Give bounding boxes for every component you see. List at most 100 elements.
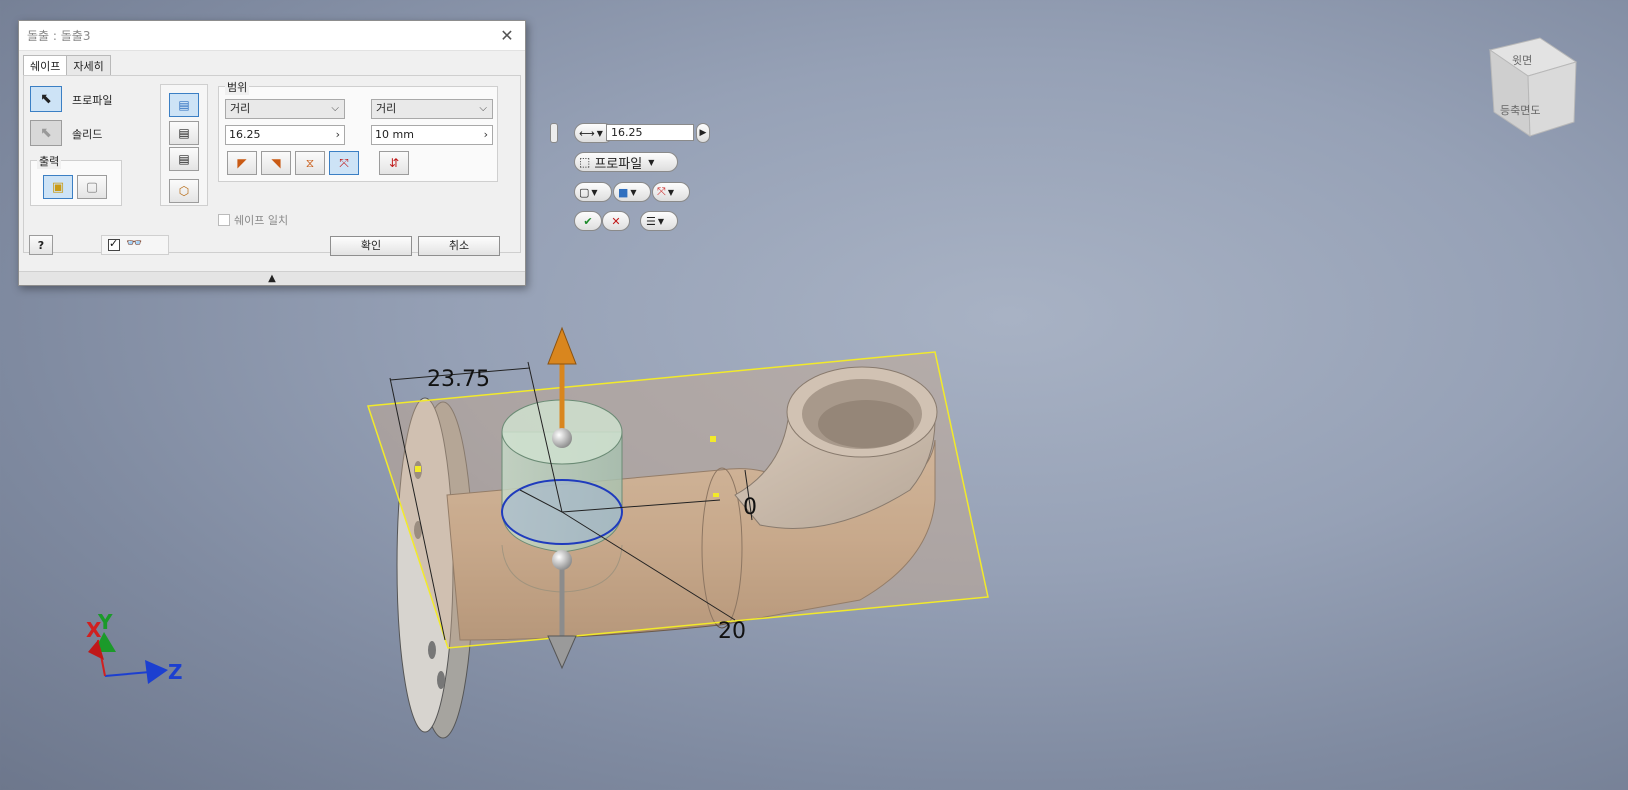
close-icon[interactable]: ✕ — [497, 26, 517, 46]
operation-intersect-button[interactable]: ▤ — [169, 147, 199, 171]
dir1-distance-value: 16.25 — [229, 128, 261, 141]
chevron-down-icon: ▼ — [630, 187, 637, 197]
dimension-zero[interactable]: 0 — [743, 495, 757, 520]
chevron-right-icon[interactable]: › — [336, 126, 340, 144]
solid-select-button[interactable]: ⬉ — [30, 120, 62, 146]
axis-y-label: Y — [98, 610, 113, 634]
gizmo-ball-up[interactable] — [552, 428, 572, 448]
flange-hole — [437, 671, 445, 689]
intersect-icon: ▤ — [178, 152, 190, 166]
mini-direction-button[interactable]: ⤧ ▼ — [652, 182, 690, 202]
operation-group: ▤ ▤ ▤ ⬡ — [160, 84, 208, 206]
ok-button[interactable]: 확인 — [330, 236, 412, 256]
sketch-plane[interactable] — [366, 351, 989, 649]
cursor-arrow-icon: ⬉ — [40, 91, 52, 107]
axis-z-arrow-icon — [145, 660, 168, 684]
preview-checkbox[interactable] — [108, 237, 120, 251]
gizmo-arrow-up-icon[interactable] — [547, 326, 577, 365]
cut-icon: ▤ — [178, 126, 190, 140]
mini-operation-button[interactable]: ■ ▼ — [613, 182, 651, 202]
join-icon: ▤ — [178, 98, 190, 112]
viewcube-face-label: 등축면도 — [1500, 104, 1540, 117]
sketch-point[interactable] — [415, 466, 421, 472]
dialog-title[interactable]: 돌출 : 돌출3 — [19, 21, 525, 51]
solid-label: 솔리드 — [72, 128, 103, 141]
viewcube-top-label: 윗면 — [1512, 54, 1532, 67]
chevron-down-icon: ▼ — [657, 216, 665, 226]
tab-shape[interactable]: 쉐이프 — [23, 55, 68, 76]
shape-tab-panel: ⬉ 프로파일 ⬉ 솔리드 출력 ▣ ▢ ▤ ▤ ▤ ⬡ 범위 거리 ⌵ 거리 ⌵… — [23, 75, 521, 253]
axis-z-line — [104, 671, 151, 677]
flange-hole — [428, 641, 436, 659]
mini-distance-apply-button[interactable]: ▶ — [696, 123, 710, 143]
output-solid-button[interactable]: ▣ — [43, 175, 73, 199]
chevron-down-icon: ⌵ — [331, 103, 339, 114]
direction-icon: ⤧ — [657, 185, 666, 198]
mini-cancel-button[interactable]: ✕ — [602, 211, 630, 231]
help-icon: ? — [37, 238, 45, 252]
direction-asymmetric-icon: ⤧ — [339, 155, 349, 170]
operation-cut-button[interactable]: ▤ — [169, 121, 199, 145]
new-solid-button[interactable]: ⬡ — [169, 179, 199, 203]
match-shape-label: 쉐이프 일치 — [234, 214, 289, 227]
gizmo-arrow-down-icon[interactable] — [547, 635, 577, 670]
mini-options-button[interactable]: ☰ ▼ — [640, 211, 678, 231]
join-icon: ■ — [618, 185, 629, 199]
chevron-right-icon[interactable]: › — [484, 126, 488, 144]
viewcube[interactable]: 윗면 등축면도 — [1488, 37, 1578, 137]
cancel-x-icon: ✕ — [611, 214, 621, 228]
dir1-type-value: 거리 — [230, 102, 251, 115]
direction-flipped-icon: ◥ — [271, 156, 281, 170]
cursor-arrow-disabled-icon: ⬉ — [40, 125, 52, 141]
chevron-down-icon: ▼ — [591, 187, 598, 197]
profile-select-icon: ⬚ — [579, 155, 591, 169]
chevron-down-icon: ▼ — [648, 157, 655, 167]
dialog-tabs: 쉐이프 자세히 — [23, 55, 111, 76]
direction-default-button[interactable]: ◤ — [227, 151, 257, 175]
solid-cube-icon: ▣ — [51, 179, 65, 195]
mini-ok-button[interactable]: ✔ — [574, 211, 602, 231]
surface-cube-icon: ▢ — [85, 179, 99, 195]
direction-flipped-button[interactable]: ◥ — [261, 151, 291, 175]
collapse-toggle[interactable]: ▲ — [19, 271, 525, 285]
sketch-point[interactable] — [713, 493, 719, 497]
dir2-type-value: 거리 — [376, 102, 397, 115]
help-button[interactable]: ? — [29, 235, 53, 255]
flip-arrow-icon: ⇵ — [388, 156, 400, 170]
check-icon: ✔ — [583, 214, 593, 228]
gizmo-ball-down[interactable] — [552, 550, 572, 570]
match-shape-checkbox[interactable] — [218, 214, 230, 226]
mini-output-button[interactable]: ▢ ▼ — [574, 182, 612, 202]
dimension-twenty[interactable]: 20 — [718, 619, 746, 644]
dimension-width[interactable]: 23.75 — [427, 367, 490, 392]
flip-direction2-button[interactable]: ⇵ — [379, 151, 409, 175]
profile-select-button[interactable]: ⬉ — [30, 86, 62, 112]
cancel-button[interactable]: 취소 — [418, 236, 500, 256]
extrude-dialog[interactable]: 돌출 : 돌출3 ✕ 쉐이프 자세히 ⬉ 프로파일 ⬉ 솔리드 출력 ▣ ▢ ▤ — [18, 20, 526, 286]
direction-symmetric-button[interactable]: ⧖ — [295, 151, 325, 175]
output-surface-button[interactable]: ▢ — [77, 175, 107, 199]
dir1-distance-input[interactable]: 16.25 › — [225, 125, 345, 145]
chevron-down-icon: ▼ — [667, 187, 674, 197]
new-solid-icon: ⬡ — [178, 184, 190, 198]
solid-icon: ▢ — [579, 185, 590, 199]
direction-default-icon: ◤ — [237, 156, 247, 170]
dir2-distance-value: 10 mm — [375, 128, 414, 141]
direction-asymmetric-button[interactable]: ⤧ — [329, 151, 359, 175]
chevron-down-icon: ⌵ — [479, 103, 487, 114]
tab-more[interactable]: 자세히 — [66, 55, 111, 75]
axis-z-label: Z — [168, 660, 183, 684]
mini-profile-label: 프로파일 — [594, 156, 643, 172]
dir1-type-select[interactable]: 거리 ⌵ — [225, 99, 345, 119]
dir2-type-select[interactable]: 거리 ⌵ — [371, 99, 493, 119]
output-group: 출력 ▣ ▢ — [30, 153, 122, 206]
mini-profile-button[interactable]: ⬚ 프로파일 ▼ — [574, 152, 678, 172]
mini-toolbar-grip[interactable] — [550, 123, 558, 143]
operation-join-button[interactable]: ▤ — [169, 93, 199, 117]
mini-distance-input[interactable]: 16.25 — [606, 124, 694, 141]
dir2-distance-input[interactable]: 10 mm › — [371, 125, 493, 145]
sketch-point[interactable] — [710, 436, 716, 442]
preview-toggle[interactable]: 👓 — [101, 235, 169, 255]
distance-icon: ⟷ — [579, 126, 595, 140]
options-list-icon: ☰ — [646, 214, 656, 228]
